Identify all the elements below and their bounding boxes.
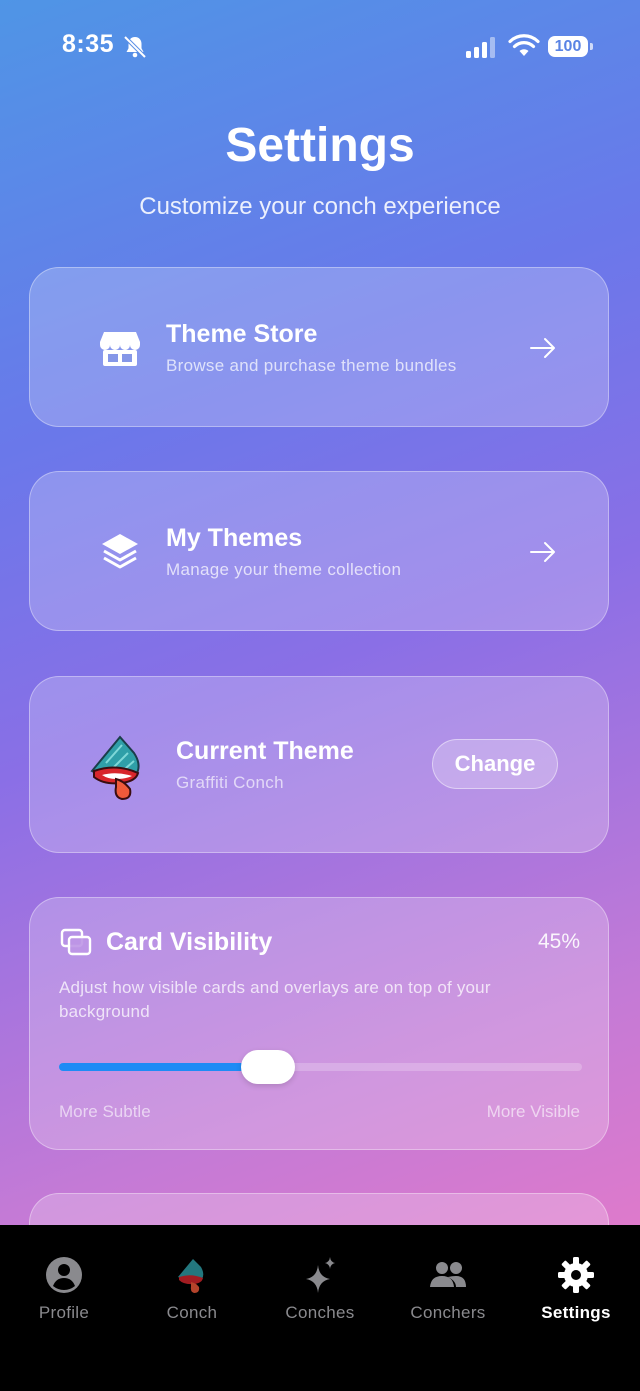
tab-conchers[interactable]: Conchers (384, 1225, 512, 1335)
tab-conches[interactable]: Conches (256, 1225, 384, 1335)
arrow-right-icon (530, 542, 555, 562)
slider-fill (59, 1063, 269, 1071)
change-theme-button[interactable]: Change (432, 739, 558, 789)
slider-max-label: More Visible (486, 1102, 580, 1121)
conch-icon (178, 1259, 204, 1293)
layers-icon (102, 534, 138, 569)
card-visibility-title: Card Visibility (106, 928, 273, 956)
overlapping-cards-icon (60, 928, 92, 956)
visibility-slider[interactable] (59, 1050, 582, 1084)
arrow-right-icon (530, 338, 555, 358)
cellular-signal-icon (466, 37, 495, 58)
status-bar: 8:35 100 (0, 0, 640, 96)
battery-icon: 100 (548, 36, 593, 57)
card-visibility-description: Adjust how visible cards and overlays ar… (59, 978, 491, 1021)
tab-profile[interactable]: Profile (0, 1225, 128, 1335)
page-title: Settings (225, 119, 415, 172)
tab-bar: Profile Conch Conches Conchers Settings (0, 1225, 640, 1391)
slider-min-label: More Subtle (59, 1102, 151, 1121)
wifi-icon (508, 34, 540, 56)
sparkles-icon (306, 1257, 335, 1293)
my-themes-subtitle: Manage your theme collection (166, 560, 402, 579)
tab-label: Conches (285, 1303, 355, 1322)
card-visibility-percent: 45% (537, 930, 580, 953)
status-time: 8:35 (62, 30, 115, 58)
tab-label: Conch (166, 1303, 218, 1322)
current-theme-title: Current Theme (176, 737, 354, 765)
person-icon (46, 1257, 82, 1293)
tab-settings[interactable]: Settings (512, 1225, 640, 1335)
slider-thumb[interactable] (241, 1050, 296, 1084)
storefront-icon (100, 332, 140, 366)
graffiti-conch-icon (90, 735, 140, 801)
theme-store-card[interactable]: Theme Store Browse and purchase theme bu… (29, 267, 609, 427)
card-visibility-card: Card Visibility 45% Adjust how visible c… (29, 897, 609, 1150)
tab-conch[interactable]: Conch (128, 1225, 256, 1335)
current-theme-card: Current Theme Graffiti Conch Change (29, 676, 609, 853)
theme-store-subtitle: Browse and purchase theme bundles (166, 356, 457, 375)
tab-label: Conchers (410, 1303, 486, 1322)
bell-slash-icon (123, 35, 147, 59)
theme-store-title: Theme Store (166, 320, 318, 348)
gear-icon (558, 1257, 594, 1293)
my-themes-card[interactable]: My Themes Manage your theme collection (29, 471, 609, 631)
tab-label: Profile (38, 1303, 90, 1322)
people-icon (430, 1262, 466, 1287)
page-subtitle: Customize your conch experience (139, 193, 501, 220)
current-theme-name: Graffiti Conch (176, 773, 284, 792)
my-themes-title: My Themes (166, 524, 303, 552)
tab-label: Settings (541, 1303, 611, 1322)
